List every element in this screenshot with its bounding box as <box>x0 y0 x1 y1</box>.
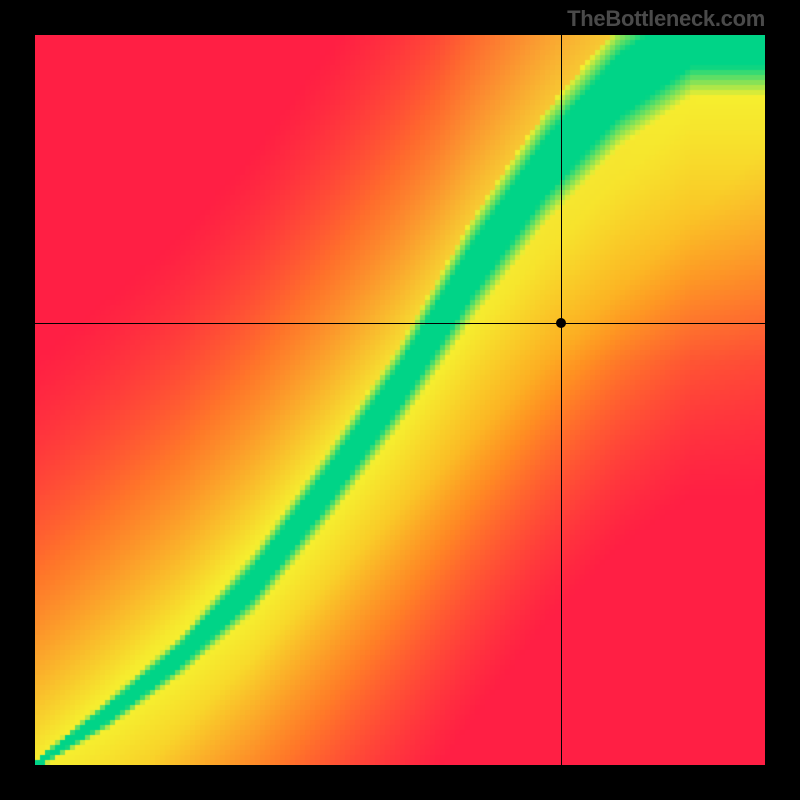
watermark-text: TheBottleneck.com <box>567 6 765 32</box>
data-point-marker <box>556 318 566 328</box>
chart-frame: TheBottleneck.com <box>0 0 800 800</box>
plot-area <box>35 35 765 765</box>
crosshair-vertical <box>561 35 562 765</box>
heatmap-canvas <box>35 35 765 765</box>
crosshair-horizontal <box>35 323 765 324</box>
